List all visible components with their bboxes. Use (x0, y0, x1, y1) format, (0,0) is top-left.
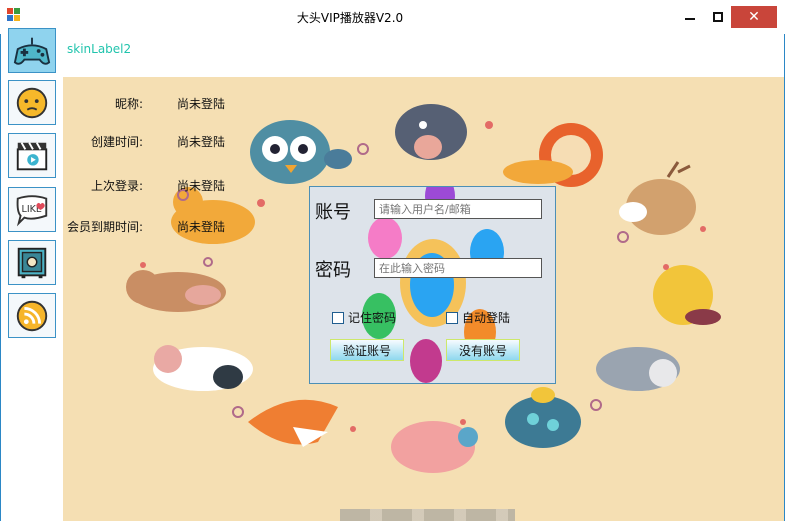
sidebar-item-like[interactable]: LIKE (8, 187, 56, 232)
sidebar-item-emoji[interactable] (8, 80, 56, 125)
bottom-resize-grip[interactable] (340, 509, 515, 521)
nickname-value: 尚未登陆 (177, 97, 226, 111)
last-login-label: 上次登录: (90, 179, 143, 193)
deer-illustration (619, 161, 696, 235)
rss-feed-icon (16, 300, 48, 331)
vip-expire-label: 会员到期时间: (66, 220, 143, 234)
password-input[interactable] (374, 258, 542, 278)
gamepad-icon (13, 37, 51, 65)
verify-account-button[interactable]: 验证账号 (330, 339, 404, 361)
sidebar-item-rss[interactable] (8, 293, 56, 338)
dog-illustration (171, 187, 255, 244)
fox-illustration (248, 399, 338, 447)
minimize-icon (684, 18, 695, 20)
created-time-value: 尚未登陆 (177, 135, 226, 149)
close-button[interactable]: ✕ (731, 6, 777, 28)
password-label: 密码 (315, 260, 351, 281)
close-icon: ✕ (748, 9, 760, 25)
main-panel: 昵称: 尚未登陆 创建时间: 尚未登陆 上次登录: 尚未登陆 会员到期时间: 尚… (63, 77, 784, 521)
auto-login-label: 自动登陆 (462, 311, 511, 325)
checkbox-box (332, 311, 344, 324)
raccoon-illustration (596, 347, 680, 391)
like-bubble-icon: LIKE (16, 194, 48, 226)
window-title: 大头VIP播放器V2.0 (296, 11, 404, 25)
cow-illustration (153, 345, 253, 391)
account-label: 账号 (315, 202, 351, 223)
account-input[interactable] (374, 199, 542, 219)
maximize-icon (712, 12, 723, 22)
title-bar: 大头VIP播放器V2.0 ✕ (0, 0, 785, 34)
hedgehog-illustration (395, 104, 467, 160)
remember-password-checkbox[interactable]: 记住密码 (332, 309, 396, 326)
sidebar-item-safe[interactable] (8, 240, 56, 285)
lion-illustration (503, 123, 603, 187)
login-panel: 账号 密码 记住密码 自动登陆 验证账号 没有账号 (309, 186, 556, 384)
bear-illustration (126, 270, 226, 312)
checkbox-box (446, 311, 458, 324)
skin-label: skinLabel2 (67, 42, 132, 56)
turtle-illustration (505, 387, 581, 448)
sidebar-item-game[interactable] (8, 28, 56, 73)
lion-cub-illustration (653, 265, 721, 325)
sidebar: LIKE (1, 27, 63, 521)
decor-blob (410, 339, 442, 383)
emoji-face-icon (16, 87, 48, 118)
remember-password-label: 记住密码 (348, 311, 397, 325)
last-login-value: 尚未登陆 (177, 179, 226, 193)
video-clapper-icon (16, 141, 48, 170)
sidebar-item-video[interactable] (8, 133, 56, 178)
pig-illustration (391, 421, 478, 473)
safe-box-icon (17, 247, 47, 278)
decor-blob (368, 217, 402, 259)
owl-illustration (250, 120, 352, 184)
vip-expire-value: 尚未登陆 (177, 220, 226, 234)
auto-login-checkbox[interactable]: 自动登陆 (446, 309, 510, 326)
maximize-button[interactable] (700, 0, 735, 34)
nickname-label: 昵称: (114, 97, 143, 111)
no-account-button[interactable]: 没有账号 (446, 339, 520, 361)
created-time-label: 创建时间: (90, 135, 143, 149)
